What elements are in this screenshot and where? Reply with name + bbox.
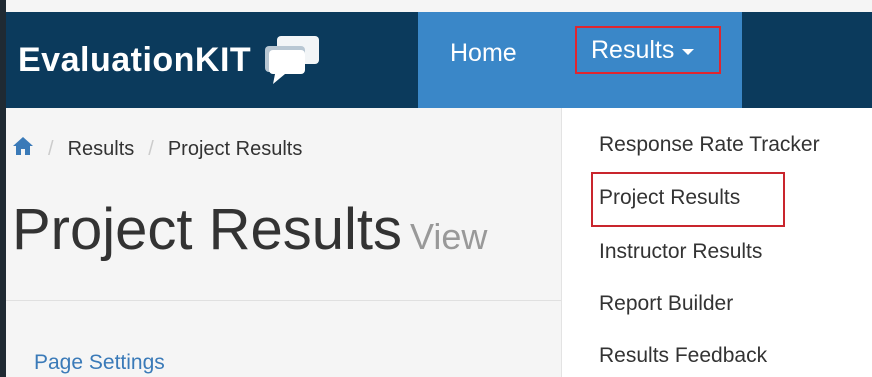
page-subtitle: View (410, 216, 488, 257)
breadcrumb-separator: / (148, 137, 154, 160)
brand-name: EvaluationKIT (18, 40, 252, 79)
home-icon[interactable] (12, 136, 34, 162)
menu-item-instructor-results[interactable]: Instructor Results (599, 240, 762, 264)
results-dropdown-menu: Response Rate Tracker Project Results In… (561, 108, 872, 377)
menu-item-results-feedback[interactable]: Results Feedback (599, 344, 767, 368)
breadcrumb-project-results: Project Results (167, 137, 303, 160)
breadcrumb-separator: / (48, 137, 54, 160)
app-window: EvaluationKIT Home Results / Results / P… (0, 0, 872, 377)
nav-home-link[interactable]: Home (450, 39, 517, 68)
speech-bubbles-icon (259, 34, 323, 86)
breadcrumb: / Results / Project Results (12, 136, 302, 162)
nav-results-label: Results (591, 35, 675, 64)
menu-item-response-rate-tracker[interactable]: Response Rate Tracker (599, 133, 820, 157)
page-title: Project Results View (12, 196, 487, 263)
breadcrumb-results[interactable]: Results (68, 138, 135, 161)
menu-item-report-builder[interactable]: Report Builder (599, 292, 733, 316)
page-settings-link[interactable]: Page Settings (34, 351, 165, 375)
top-navbar: EvaluationKIT Home Results (6, 12, 872, 108)
nav-results-dropdown-toggle[interactable]: Results (575, 26, 721, 74)
highlight-box (591, 172, 785, 227)
nav-menu: Home Results (418, 12, 742, 108)
section-divider (6, 300, 566, 301)
page-title-text: Project Results (12, 197, 403, 262)
brand-logo[interactable]: EvaluationKIT (18, 32, 323, 88)
caret-down-icon (682, 48, 695, 55)
